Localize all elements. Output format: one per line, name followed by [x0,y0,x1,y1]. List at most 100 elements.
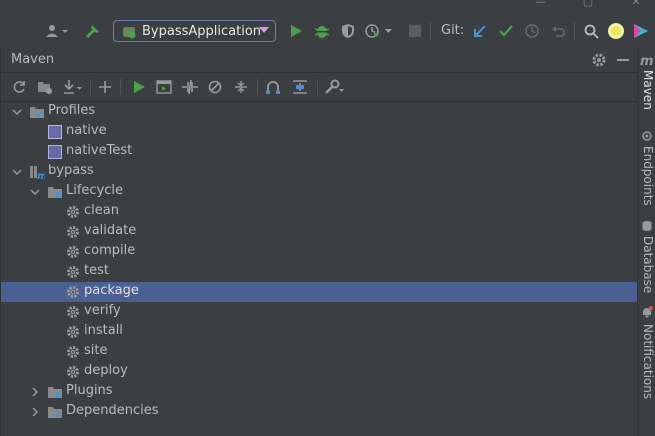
tree-row-bypass[interactable]: mbypass [1,162,637,182]
gear-icon[interactable] [591,52,607,68]
gear-icon [65,344,81,360]
maximize-icon[interactable]: ▢ [582,0,594,7]
dependencies-folder-icon [47,404,63,420]
coverage-shield-icon[interactable] [339,22,357,40]
svg-text:m: m [37,171,45,180]
run-configuration-label: BypassApplication [142,23,262,39]
tree-item-label: verify [84,303,121,318]
database-icon [641,220,653,232]
plus-icon[interactable] [96,78,114,96]
notifications-bell-icon [641,306,653,318]
git-commit-check-icon[interactable] [497,22,515,40]
hide-panel-icon[interactable] [617,59,629,61]
tree-row-site[interactable]: site [1,342,637,362]
endpoints-icon [641,130,653,142]
collapse-all-icon[interactable] [232,78,250,96]
tree-row-verify[interactable]: verify [1,302,637,322]
tree-row-validate[interactable]: validate [1,222,637,242]
gear-icon [65,304,81,320]
tree-item-label: bypass [48,163,94,178]
maven-project-icon: m [29,164,47,182]
right-tool-stripe: m Maven Endpoints Database Notifications [637,48,655,436]
maven-tool-window: Maven Profiles native nativeTest bypass … [0,48,638,436]
debug-bug-icon[interactable] [313,22,331,40]
search-icon[interactable] [582,22,600,40]
maven-stripe-icon: m [640,54,654,69]
spring-app-icon [121,24,137,44]
gear-icon [65,364,81,380]
skip-tests-icon[interactable] [206,78,224,96]
add-project-folder-icon[interactable] [36,78,54,96]
gear-icon [65,244,81,260]
toolbar-separator [90,79,91,95]
maven-header: Maven [1,48,638,73]
analyze-dependencies-icon[interactable] [291,78,309,96]
tree-item-label: package [84,283,139,298]
tree-row-test[interactable]: test [1,262,637,282]
show-dependencies-icon[interactable] [264,78,282,96]
tree-item-label: nativeTest [66,143,133,158]
tree-row-compile[interactable]: compile [1,242,637,262]
tab-notifications[interactable]: Notifications [639,324,655,399]
git-rollback-icon[interactable] [549,22,567,40]
chevron-down-icon [259,27,269,33]
tree-item-label: Plugins [66,383,113,398]
maven-project-tree: ProfilesnativenativeTestmbypassLifecycle… [1,102,638,436]
chevron-down-icon[interactable] [29,186,41,198]
tab-endpoints[interactable]: Endpoints [639,146,655,206]
tree-row-native[interactable]: native [1,122,637,142]
tree-item-label: clean [84,203,119,218]
jetbrains-toolbox-icon[interactable] [632,22,650,40]
execute-goal-icon[interactable] [155,78,173,96]
user-account-icon[interactable] [44,22,70,40]
git-update-icon[interactable] [471,22,489,40]
toolbar-separator [430,22,431,40]
tree-row-package[interactable]: package [1,282,637,302]
tree-row-clean[interactable]: clean [1,202,637,222]
gear-icon [65,324,81,340]
checkbox-icon[interactable] [47,144,63,160]
maven-title: Maven [11,52,55,67]
tree-item-label: Dependencies [66,403,159,418]
tree-item-label: Lifecycle [66,183,124,198]
tab-maven[interactable]: Maven [639,70,655,110]
chevron-down-icon[interactable] [11,166,23,178]
run-configuration-selector[interactable]: BypassApplication [113,20,276,42]
tree-row-dependencies[interactable]: Dependencies [1,402,637,422]
tree-item-label: site [84,343,108,358]
tree-row-nativetest[interactable]: nativeTest [1,142,637,162]
run-maven-build-icon[interactable] [130,78,148,96]
maven-settings-wrench-icon[interactable] [324,78,346,96]
maven-toolbar [1,73,638,102]
tree-row-plugins[interactable]: Plugins [1,382,637,402]
tree-row-lifecycle[interactable]: Lifecycle [1,182,637,202]
toggle-offline-icon[interactable] [181,78,199,96]
toolbar-separator [317,79,318,95]
tree-row-profiles[interactable]: Profiles [1,102,637,122]
lifecycle-folder-icon [47,184,63,200]
toolbar-separator [120,79,121,95]
close-icon[interactable]: ✕ [630,0,642,7]
tree-row-deploy[interactable]: deploy [1,362,637,382]
run-icon[interactable] [287,22,305,40]
checkbox-icon[interactable] [47,124,63,140]
profile-run-icon[interactable] [364,22,394,40]
minimize-icon[interactable]: — [535,0,547,7]
reload-icon[interactable] [10,78,28,96]
build-hammer-icon[interactable] [84,22,102,40]
tree-row-install[interactable]: install [1,322,637,342]
download-sources-icon[interactable] [62,78,84,96]
stop-icon[interactable] [406,22,424,40]
toolbar-separator [257,79,258,95]
plugins-folder-icon [47,384,63,400]
plugin-update-icon[interactable] [607,22,625,40]
chevron-right-icon[interactable] [29,386,41,398]
tree-item-label: compile [84,243,136,258]
gear-icon [65,204,81,220]
git-history-clock-icon[interactable] [523,22,541,40]
gear-icon [65,224,81,240]
chevron-down-icon[interactable] [11,106,23,118]
tab-database[interactable]: Database [639,236,655,293]
gear-icon [65,264,81,280]
chevron-right-icon[interactable] [29,406,41,418]
